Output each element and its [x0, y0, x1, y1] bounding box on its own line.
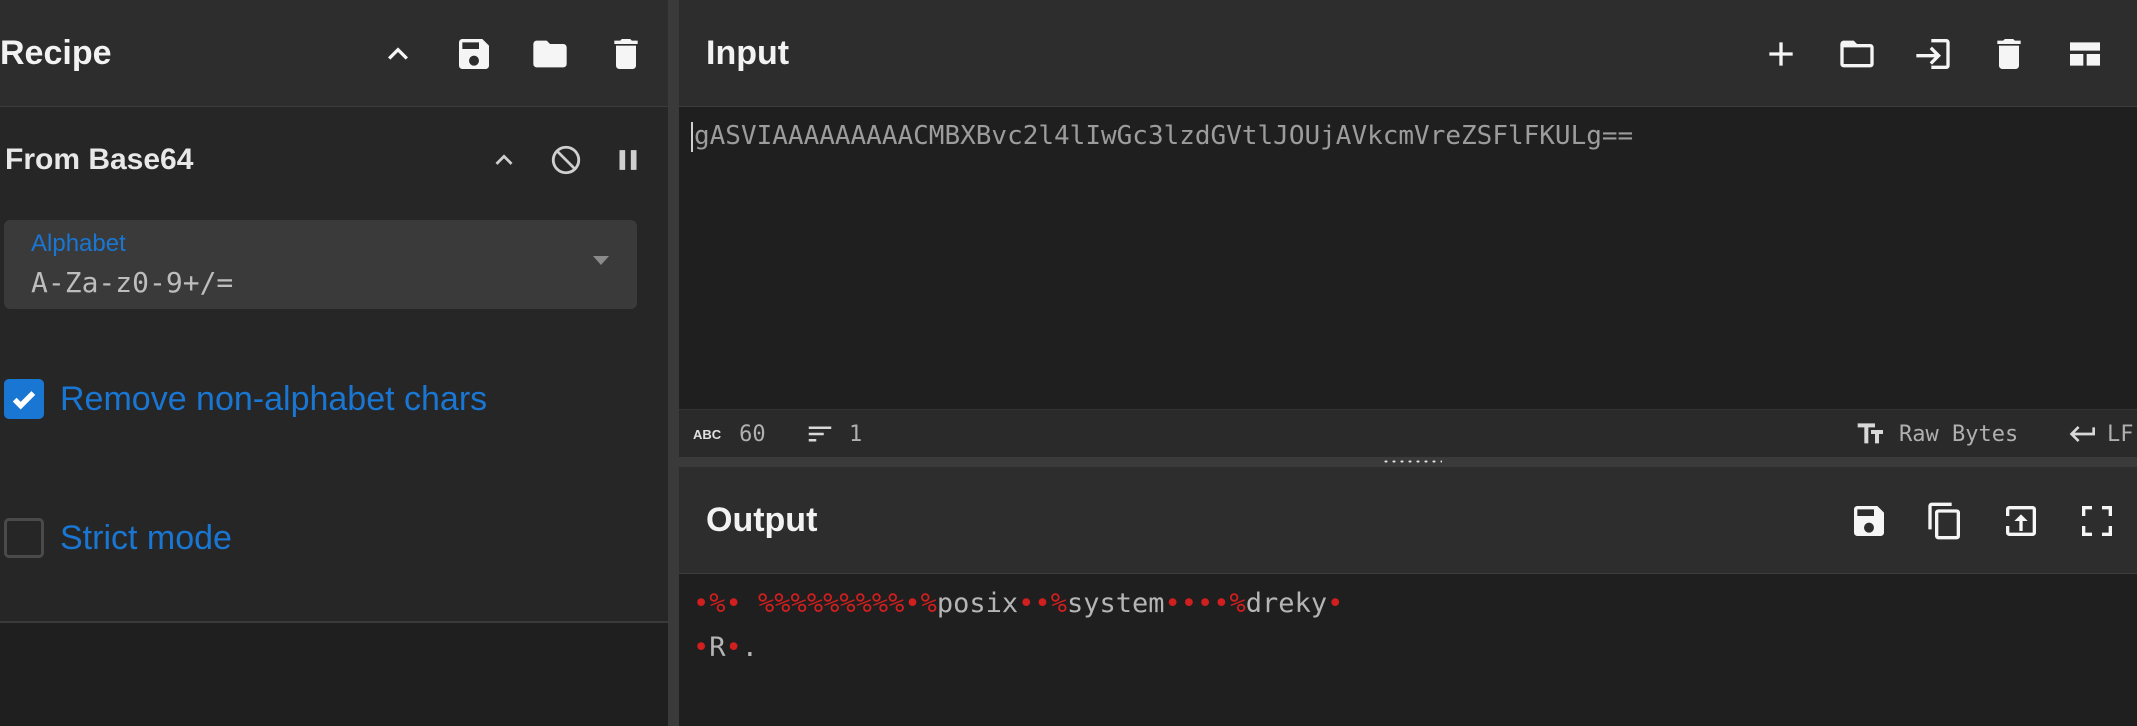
output-text-segment: . [741, 632, 759, 663]
io-panel: Input gASVIAAAAAAAAACMBXBvc2l4lIwGc3lzdG… [679, 0, 2137, 726]
replace-input-icon[interactable] [1997, 497, 2045, 545]
folder-icon[interactable] [526, 30, 574, 78]
output-text-segment: •• [1018, 588, 1051, 619]
strict-mode-label: Strict mode [60, 518, 232, 557]
output-text-segment: posix [936, 588, 1019, 619]
abc-icon: ABC [693, 426, 722, 442]
output-text-segment: % [1050, 588, 1067, 619]
input-header: Input [679, 0, 2137, 107]
line-count: 1 [805, 410, 862, 458]
text-cursor [691, 121, 693, 152]
trash-icon[interactable] [1985, 30, 2033, 78]
remove-non-alphabet-checkbox[interactable] [4, 379, 44, 419]
output-text-segment: % [709, 588, 726, 619]
copy-icon[interactable] [1921, 497, 1969, 545]
chevron-up-icon[interactable] [374, 30, 422, 78]
save-icon[interactable] [1845, 497, 1893, 545]
check-icon [12, 391, 36, 410]
strict-mode-checkbox[interactable] [4, 518, 44, 558]
sign-in-icon[interactable] [1909, 30, 1957, 78]
text-size-icon [1857, 423, 1883, 444]
input-textarea[interactable]: gASVIAAAAAAAAACMBXBvc2l4lIwGc3lzdGVtlJOU… [679, 107, 2137, 409]
output-header: Output [679, 467, 2137, 574]
recipe-header: Recipe [0, 0, 668, 107]
resize-grip-icon[interactable] [1382, 459, 1442, 464]
output-area[interactable]: •%• %%%%%%%%%•%posix••%system••••%dreky•… [679, 574, 2137, 726]
alphabet-label: Alphabet [31, 230, 126, 257]
operation-title: From Base64 [5, 143, 194, 176]
output-text-segment: % [1229, 588, 1246, 619]
output-title: Output [706, 501, 818, 539]
chevron-up-icon[interactable] [484, 140, 524, 180]
recipe-panel: Recipe From Base64 Alphabet A-Za-z0-9+/=… [0, 0, 668, 726]
dropdown-caret-icon[interactable] [593, 256, 609, 265]
trash-icon[interactable] [602, 30, 650, 78]
char-count: ABC 60 [693, 410, 766, 458]
output-line-2: •R•. [693, 632, 758, 663]
pause-icon[interactable] [608, 140, 648, 180]
input-text: gASVIAAAAAAAAACMBXBvc2l4lIwGc3lzdGVtlJOU… [694, 121, 1634, 151]
operation-header: From Base64 [0, 108, 668, 212]
output-text-segment: • [904, 588, 921, 619]
encoding-selector[interactable]: Raw Bytes [1855, 410, 2018, 458]
line-count-value: 1 [849, 421, 863, 447]
output-text-segment: • [693, 632, 710, 663]
folder-icon[interactable] [1833, 30, 1881, 78]
remove-non-alphabet-label: Remove non-alphabet chars [60, 379, 488, 418]
return-icon [2069, 426, 2095, 442]
fullscreen-icon[interactable] [2073, 497, 2121, 545]
output-text-segment: •••• [1164, 588, 1230, 619]
plus-icon[interactable] [1757, 30, 1805, 78]
alphabet-value: A-Za-z0-9+/= [31, 266, 234, 299]
io-resizer[interactable] [679, 457, 2137, 467]
output-text-segment: • [693, 588, 710, 619]
output-text-segment: • [725, 632, 742, 663]
output-text-segment: dreky [1245, 588, 1328, 619]
output-text-segment: • [1327, 588, 1344, 619]
eol-value: LF [2107, 421, 2134, 447]
recipe-empty-area [0, 623, 668, 726]
char-count-value: 60 [739, 421, 766, 447]
encoding-value: Raw Bytes [1899, 421, 2019, 447]
input-status-bar: ABC 60 1 Raw Bytes LF [679, 409, 2137, 458]
panel-divider[interactable] [668, 0, 679, 726]
output-text-segment: R [709, 632, 726, 663]
recipe-title: Recipe [0, 34, 112, 72]
output-line-1: •%• %%%%%%%%%•%posix••%system••••%dreky• [693, 588, 1343, 619]
lines-icon [808, 426, 832, 442]
layout-icon[interactable] [2061, 30, 2109, 78]
alphabet-select[interactable]: Alphabet A-Za-z0-9+/= [4, 220, 637, 309]
output-text-segment: • [725, 588, 759, 619]
save-icon[interactable] [450, 30, 498, 78]
remove-non-alphabet-option[interactable]: Remove non-alphabet chars [4, 374, 487, 424]
output-text-segment: %%%%%%%%% [758, 588, 905, 619]
eol-selector[interactable]: LF [2067, 410, 2134, 458]
input-title: Input [706, 34, 790, 72]
output-text-segment: system [1066, 588, 1165, 619]
disable-icon[interactable] [546, 140, 586, 180]
output-text-segment: % [920, 588, 937, 619]
strict-mode-option[interactable]: Strict mode [4, 513, 232, 563]
